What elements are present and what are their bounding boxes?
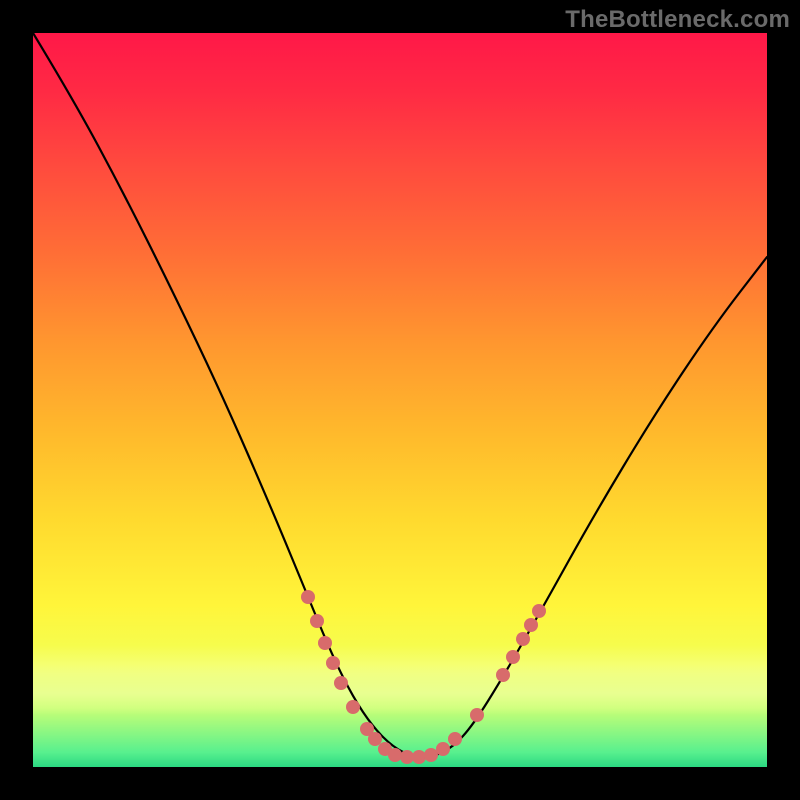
watermark-text: TheBottleneck.com <box>565 6 790 34</box>
plot-area <box>33 33 767 767</box>
curve-marker <box>334 676 348 690</box>
curve-marker <box>524 618 538 632</box>
curve-marker <box>506 650 520 664</box>
curve-marker <box>400 750 414 764</box>
curve-marker <box>346 700 360 714</box>
curve-marker <box>388 748 402 762</box>
curve-marker <box>424 748 438 762</box>
curve-marker <box>368 732 382 746</box>
curve-marker <box>412 750 426 764</box>
curve-marker <box>516 632 530 646</box>
chart-container: TheBottleneck.com <box>0 0 800 800</box>
curve-layer <box>33 33 767 767</box>
curve-marker <box>496 668 510 682</box>
curve-marker <box>310 614 324 628</box>
curve-marker <box>532 604 546 618</box>
curve-marker <box>448 732 462 746</box>
curve-marker <box>326 656 340 670</box>
curve-marker <box>301 590 315 604</box>
bottleneck-curve <box>33 33 767 757</box>
curve-markers <box>301 590 546 764</box>
curve-marker <box>470 708 484 722</box>
curve-marker <box>318 636 332 650</box>
curve-marker <box>436 742 450 756</box>
